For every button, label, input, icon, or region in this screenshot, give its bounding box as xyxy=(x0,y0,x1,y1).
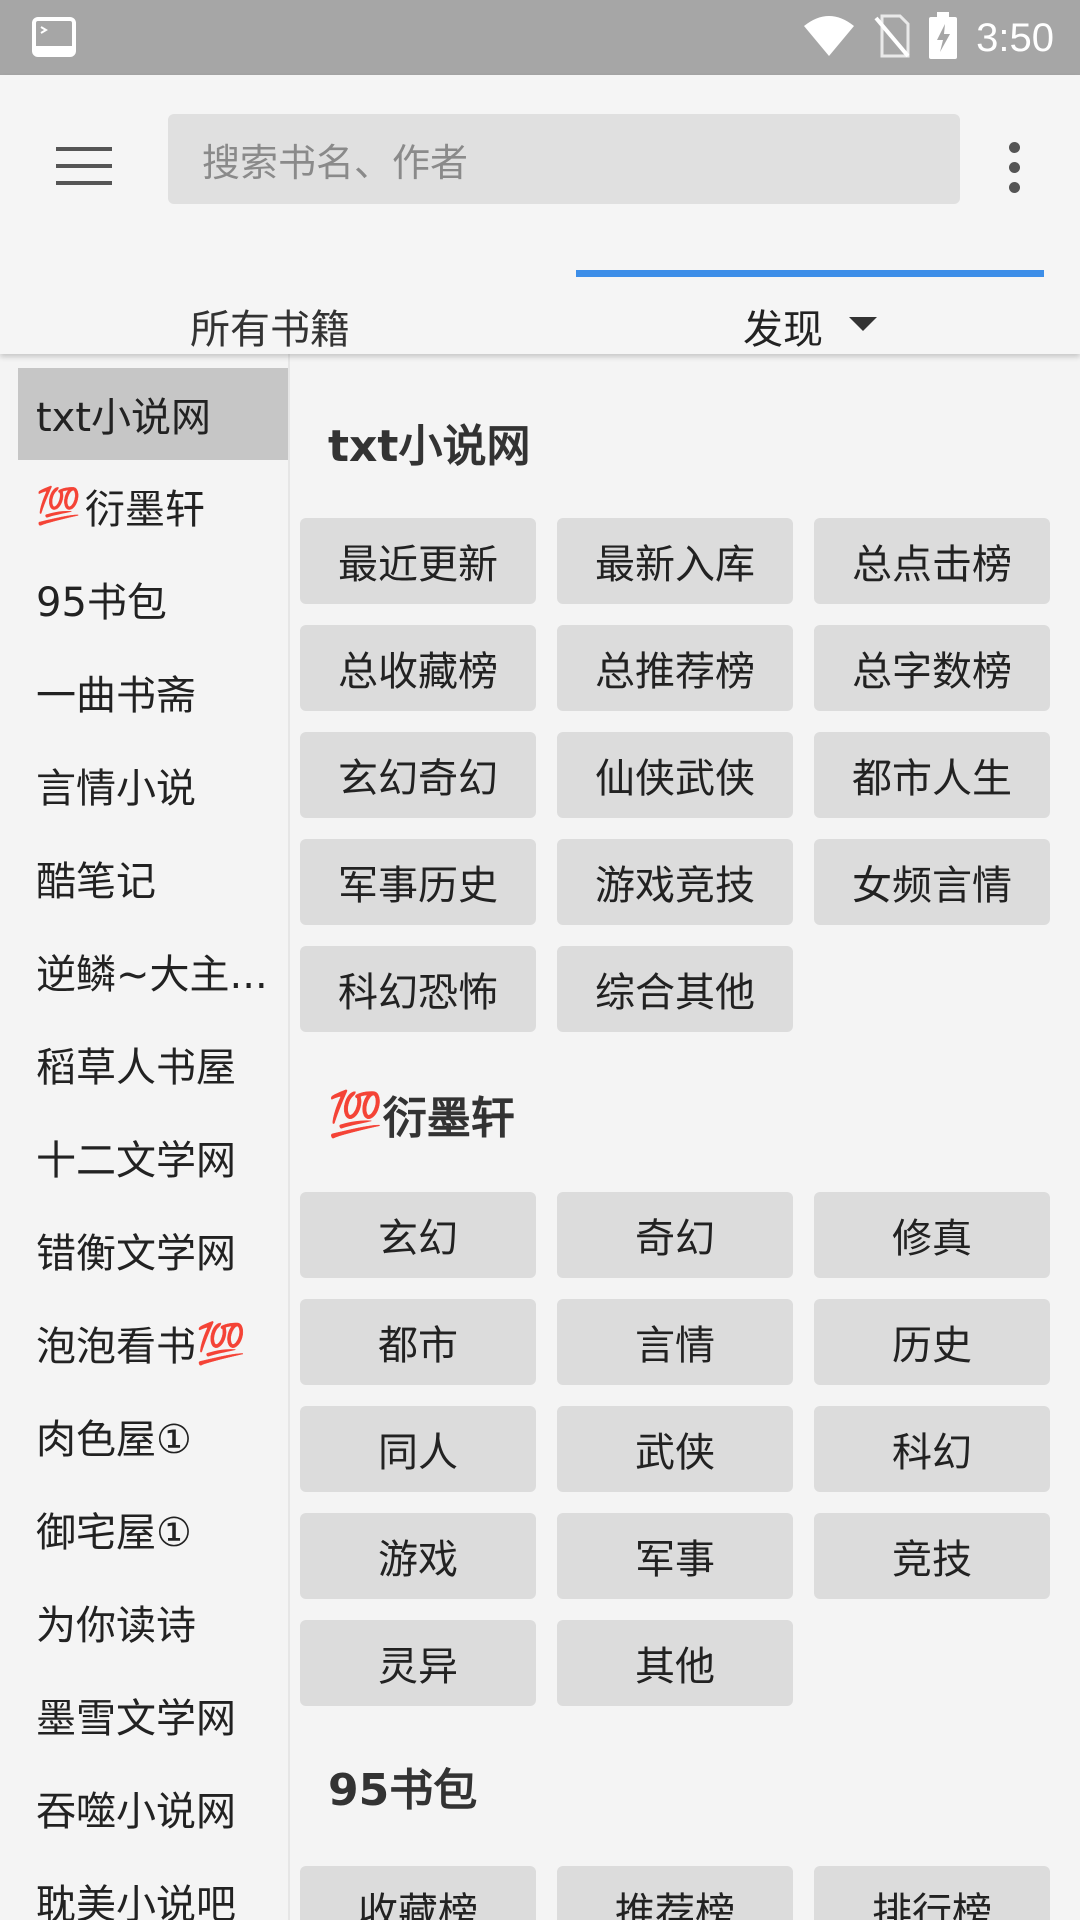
sidebar-item-label: 衍墨轩 xyxy=(84,487,205,533)
search-input[interactable]: 搜索书名、作者 xyxy=(168,114,960,204)
sidebar-item-label: 稻草人书屋 xyxy=(36,1045,236,1091)
sidebar-item[interactable]: 泡泡看书 💯 xyxy=(18,1297,288,1389)
sidebar-item[interactable]: 逆鳞~大主... xyxy=(18,925,288,1017)
sidebar-item-label: 言情小说 xyxy=(36,766,196,812)
sidebar-item-label: 泡泡看书 xyxy=(36,1324,196,1370)
category-chip[interactable]: 总字数榜 xyxy=(814,625,1050,711)
category-chip[interactable]: 收藏榜 xyxy=(300,1866,536,1920)
terminal-icon xyxy=(32,16,76,58)
sidebar-item[interactable]: 为你读诗 xyxy=(18,1576,288,1668)
category-chip[interactable]: 灵异 xyxy=(300,1620,536,1706)
section-title: txt小说网 xyxy=(328,410,530,474)
tab-all-books[interactable]: 所有书籍 xyxy=(0,265,540,354)
category-chip[interactable]: 排行榜 xyxy=(814,1866,1050,1920)
sidebar-item-label: 错衡文学网 xyxy=(36,1231,236,1277)
sidebar-item-label: 墨雪文学网 xyxy=(36,1696,236,1742)
sidebar-item[interactable]: txt小说网 xyxy=(18,368,288,460)
hundred-points-icon: 💯 xyxy=(328,1089,383,1140)
category-chip[interactable]: 科幻恐怖 xyxy=(300,946,536,1032)
sidebar-item-label: 一曲书斋 xyxy=(36,673,196,719)
status-icons: 3:50 xyxy=(802,10,1054,66)
category-chip[interactable]: 同人 xyxy=(300,1406,536,1492)
category-chip[interactable]: 玄幻 xyxy=(300,1192,536,1278)
category-chip[interactable]: 都市人生 xyxy=(814,732,1050,818)
sidebar-item[interactable]: 稻草人书屋 xyxy=(18,1018,288,1110)
sidebar-item-label: 十二文学网 xyxy=(36,1138,236,1184)
source-sidebar: txt小说网 💯 衍墨轩 95书包 一曲书斋 言情小说 酷笔记 逆鳞~大主... … xyxy=(0,354,290,1920)
hamburger-menu-icon[interactable] xyxy=(46,131,122,201)
category-chip[interactable]: 军事 xyxy=(557,1513,793,1599)
tab-label: 发现 xyxy=(743,307,823,353)
category-chip[interactable]: 总推荐榜 xyxy=(557,625,793,711)
category-chip[interactable]: 科幻 xyxy=(814,1406,1050,1492)
sidebar-item-label: 逆鳞~大主... xyxy=(36,952,268,998)
category-chip[interactable]: 总点击榜 xyxy=(814,518,1050,604)
category-chip[interactable]: 总收藏榜 xyxy=(300,625,536,711)
status-time: 3:50 xyxy=(976,15,1054,60)
category-chip[interactable]: 最近更新 xyxy=(300,518,536,604)
category-chip[interactable]: 推荐榜 xyxy=(557,1866,793,1920)
tab-discover[interactable]: 发现 xyxy=(540,265,1080,354)
category-chip[interactable]: 仙侠武侠 xyxy=(557,732,793,818)
category-chip[interactable]: 女频言情 xyxy=(814,839,1050,925)
sidebar-item[interactable]: 肉色屋① xyxy=(18,1390,288,1482)
category-chip[interactable]: 军事历史 xyxy=(300,839,536,925)
category-chip[interactable]: 最新入库 xyxy=(557,518,793,604)
sidebar-item[interactable]: 错衡文学网 xyxy=(18,1204,288,1296)
wifi-icon xyxy=(802,14,856,62)
section-title-text: txt小说网 xyxy=(328,421,531,472)
tab-bar: 所有书籍 发现 xyxy=(0,265,1080,354)
category-chip[interactable]: 游戏竞技 xyxy=(557,839,793,925)
sidebar-item-label: 肉色屋① xyxy=(36,1417,192,1463)
sidebar-item-label: 耽美小说吧 xyxy=(36,1882,236,1920)
category-chip[interactable]: 玄幻奇幻 xyxy=(300,732,536,818)
sidebar-item[interactable]: 耽美小说吧 xyxy=(18,1855,288,1920)
sidebar-item[interactable]: 言情小说 xyxy=(18,739,288,831)
hundred-points-icon: 💯 xyxy=(196,1320,246,1367)
sidebar-item[interactable]: 酷笔记 xyxy=(18,832,288,924)
sidebar-item[interactable]: 十二文学网 xyxy=(18,1111,288,1203)
category-chip[interactable]: 其他 xyxy=(557,1620,793,1706)
sidebar-item-label: 酷笔记 xyxy=(36,859,156,905)
sidebar-item-label: 95书包 xyxy=(36,580,167,626)
sidebar-item-label: 为你读诗 xyxy=(36,1603,196,1649)
status-bar: 3:50 xyxy=(0,0,1080,75)
sidebar-item[interactable]: 吞噬小说网 xyxy=(18,1762,288,1854)
section-title: 95书包 xyxy=(328,1754,477,1818)
category-chip[interactable]: 都市 xyxy=(300,1299,536,1385)
tab-label: 所有书籍 xyxy=(190,307,350,353)
app-toolbar: 搜索书名、作者 所有书籍 发现 xyxy=(0,75,1080,354)
sidebar-item[interactable]: 墨雪文学网 xyxy=(18,1669,288,1761)
dropdown-caret-icon[interactable] xyxy=(849,317,877,331)
more-vertical-icon[interactable] xyxy=(996,131,1032,203)
tab-indicator xyxy=(576,270,1044,277)
category-chip[interactable]: 综合其他 xyxy=(557,946,793,1032)
no-sim-icon xyxy=(874,14,910,62)
category-chip[interactable]: 奇幻 xyxy=(557,1192,793,1278)
sidebar-item[interactable]: 💯 衍墨轩 xyxy=(18,460,288,552)
sidebar-item-label: txt小说网 xyxy=(36,395,212,441)
sidebar-item[interactable]: 95书包 xyxy=(18,553,288,645)
category-chip[interactable]: 言情 xyxy=(557,1299,793,1385)
sidebar-item[interactable]: 御宅屋① xyxy=(18,1483,288,1575)
sidebar-item-label: 吞噬小说网 xyxy=(36,1789,236,1835)
battery-charging-icon xyxy=(928,12,958,64)
search-placeholder: 搜索书名、作者 xyxy=(202,140,469,185)
sidebar-item-label: 御宅屋① xyxy=(36,1510,192,1556)
hundred-points-icon: 💯 xyxy=(36,486,81,527)
section-title-text: 衍墨轩 xyxy=(382,1093,515,1144)
category-chip[interactable]: 游戏 xyxy=(300,1513,536,1599)
category-chip[interactable]: 竞技 xyxy=(814,1513,1050,1599)
category-chip[interactable]: 修真 xyxy=(814,1192,1050,1278)
sidebar-item[interactable]: 一曲书斋 xyxy=(18,646,288,738)
discover-panel: txt小说网 最近更新 最新入库 总点击榜 总收藏榜 总推荐榜 总字数榜 玄幻奇… xyxy=(292,354,1080,1920)
category-chip[interactable]: 历史 xyxy=(814,1299,1050,1385)
section-title: 💯 衍墨轩 xyxy=(328,1082,515,1146)
section-title-text: 95书包 xyxy=(328,1765,478,1816)
category-chip[interactable]: 武侠 xyxy=(557,1406,793,1492)
